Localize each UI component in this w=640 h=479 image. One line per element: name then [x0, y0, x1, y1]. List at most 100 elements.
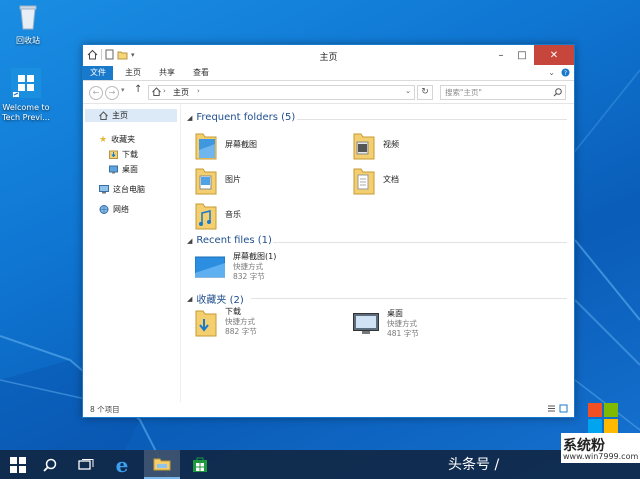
address-dropdown-icon[interactable]: ⌄	[405, 87, 411, 95]
recent-locations-icon[interactable]: ▾	[121, 86, 125, 94]
folder-item-screenshots[interactable]: 屏幕截图	[195, 130, 257, 160]
desktop-icon	[109, 165, 118, 174]
home-icon	[152, 87, 161, 96]
star-icon: ★	[99, 134, 108, 145]
folder-pictures-icon	[195, 133, 217, 160]
group-title-favorites: 收藏夹 (2)	[196, 295, 244, 306]
nav-item-favorites[interactable]: ★ 收藏夹	[99, 134, 135, 145]
welcome-label-line1: Welcome to	[2, 103, 50, 112]
nav-item-desktop[interactable]: 桌面	[109, 164, 138, 175]
nav-item-home[interactable]: 主页	[85, 109, 177, 122]
expand-ribbon-icon[interactable]: ⌄	[548, 68, 555, 77]
ie-icon: e	[115, 452, 129, 477]
nav-item-downloads[interactable]: 下载	[109, 149, 138, 160]
favorite-name: 桌面	[387, 309, 403, 318]
recycle-bin-label: 回收站	[16, 36, 40, 45]
task-view-button[interactable]	[68, 450, 104, 479]
start-button[interactable]	[0, 450, 36, 479]
help-icon[interactable]: ?	[561, 68, 570, 77]
refresh-button[interactable]: ↻	[417, 85, 433, 100]
store-button[interactable]	[182, 450, 218, 479]
forward-button[interactable]: →	[105, 86, 119, 100]
group-favorites[interactable]: ◢ 收藏夹 (2)	[187, 291, 571, 306]
group-frequent-folders[interactable]: ◢ Frequent folders (5)	[187, 112, 571, 123]
breadcrumb-home[interactable]: 主页	[173, 87, 189, 98]
search-input[interactable]: 搜索"主页"	[440, 85, 566, 100]
breadcrumb-chevron-icon[interactable]: ›	[197, 87, 200, 95]
watermark-text: 头条号 /	[448, 457, 500, 473]
internet-explorer-button[interactable]: e	[104, 450, 140, 479]
search-button[interactable]	[32, 450, 68, 479]
status-bar: 8 个项目	[83, 402, 574, 416]
recent-file-name: 屏幕截图(1)	[233, 252, 277, 261]
windows-color-logo	[588, 403, 618, 433]
view-switcher	[547, 404, 568, 413]
nav-label-this-pc: 这台电脑	[113, 185, 145, 194]
collapse-caret-icon[interactable]: ◢	[187, 295, 192, 303]
address-row: ← → ▾ ↑ › 主页 › ⌄ ↻ 搜索"主页"	[83, 81, 574, 104]
nav-item-network[interactable]: 网络	[99, 204, 129, 215]
brand-url: www.win7999.com	[561, 452, 640, 463]
computer-icon	[99, 185, 109, 194]
file-explorer-button[interactable]	[144, 450, 180, 479]
favorite-item-downloads[interactable]: 下载 快捷方式 882 字节	[195, 307, 257, 337]
screenshot-thumbnail-icon	[195, 256, 225, 278]
home-icon	[99, 111, 108, 120]
search-placeholder: 搜索"主页"	[445, 88, 482, 97]
folder-item-videos[interactable]: 视频	[353, 130, 399, 160]
collapse-caret-icon[interactable]: ◢	[187, 237, 192, 245]
windows-tile-icon	[0, 68, 54, 101]
favorite-name: 下载	[225, 307, 241, 316]
tab-view[interactable]: 查看	[184, 66, 218, 80]
recent-file-item[interactable]: 屏幕截图(1) 快捷方式 832 字节	[195, 252, 276, 282]
folder-item-documents[interactable]: 文档	[353, 165, 399, 195]
up-arrow-icon[interactable]: ↑	[134, 84, 142, 95]
folder-music-icon	[195, 203, 217, 230]
title-bar[interactable]: ▾ 主页 – □ ✕	[83, 45, 574, 66]
breadcrumb-chevron-icon[interactable]: ›	[163, 87, 166, 95]
item-count: 8 个项目	[90, 405, 120, 414]
favorite-size: 882 字节	[225, 327, 257, 336]
address-bar[interactable]: › 主页 › ⌄	[148, 85, 415, 100]
recycle-bin-shortcut[interactable]: 回收站	[0, 3, 56, 46]
group-divider	[273, 242, 567, 243]
search-icon[interactable]	[553, 88, 562, 97]
desktop: 回收站 Welcome to Tech Previ... ▾ 主页 – □ ✕ …	[0, 0, 640, 479]
folder-item-music[interactable]: 音乐	[195, 200, 241, 230]
collapse-caret-icon[interactable]: ◢	[187, 114, 192, 122]
maximize-button[interactable]: □	[511, 45, 533, 65]
folder-videos-icon	[353, 133, 375, 160]
favorite-item-desktop[interactable]: 桌面 快捷方式 481 字节	[353, 309, 419, 339]
explorer-window: ▾ 主页 – □ ✕ 文件 主页 共享 查看 ⌄ ? ← → ▾ ↑ › 主页 …	[82, 44, 575, 418]
nav-label-favorites: 收藏夹	[111, 135, 136, 144]
large-icons-view-icon[interactable]	[559, 404, 568, 413]
ribbon-controls: ⌄ ?	[548, 68, 570, 77]
nav-label-network: 网络	[113, 205, 129, 214]
details-view-icon[interactable]	[547, 404, 556, 413]
favorite-type: 快捷方式	[225, 317, 255, 326]
tab-file[interactable]: 文件	[83, 66, 113, 80]
back-button[interactable]: ←	[89, 86, 103, 100]
favorite-type: 快捷方式	[387, 319, 417, 328]
ribbon-tabs: 文件 主页 共享 查看 ⌄ ?	[83, 66, 574, 81]
nav-item-this-pc[interactable]: 这台电脑	[99, 184, 145, 195]
group-divider	[251, 298, 567, 299]
nav-label-desktop: 桌面	[122, 165, 138, 174]
file-explorer-icon	[153, 458, 171, 470]
network-icon	[99, 205, 109, 214]
folder-documents-icon	[353, 168, 375, 195]
minimize-button[interactable]: –	[490, 45, 512, 65]
folder-pictures-icon	[195, 168, 217, 195]
group-title-recent: Recent files (1)	[196, 235, 272, 246]
folder-item-pictures[interactable]: 图片	[195, 165, 241, 195]
welcome-label-line2: Tech Previ...	[2, 113, 50, 122]
folder-label: 音乐	[225, 210, 241, 219]
folder-label: 视频	[383, 140, 399, 149]
close-button[interactable]: ✕	[534, 45, 574, 65]
tab-home[interactable]: 主页	[116, 66, 150, 80]
taskbar: e	[0, 450, 640, 479]
group-recent-files[interactable]: ◢ Recent files (1)	[187, 235, 571, 246]
tab-share[interactable]: 共享	[150, 66, 184, 80]
desktop-icon	[353, 313, 379, 334]
welcome-shortcut[interactable]: Welcome to Tech Previ...	[0, 68, 54, 123]
